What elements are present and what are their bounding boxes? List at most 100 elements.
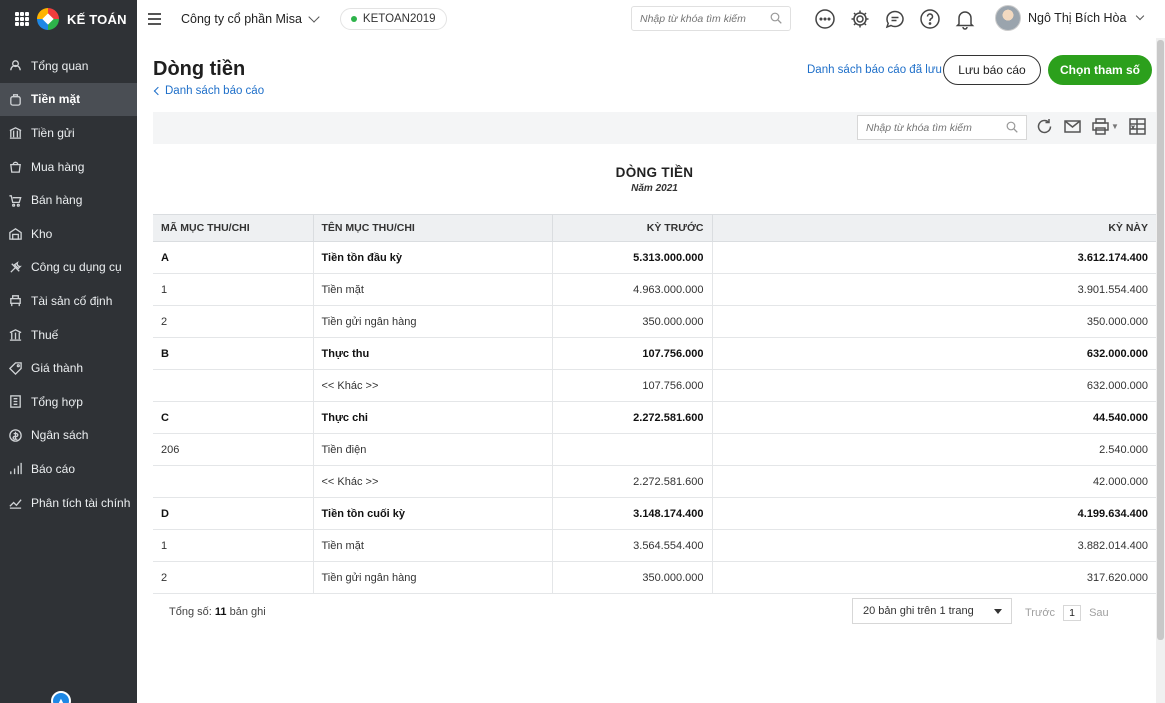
column-header-name[interactable]: TÊN MỤC THU/CHI <box>313 214 553 242</box>
sidebar-item-2[interactable]: Tiền gửi <box>0 116 137 150</box>
report-toolbar: ▼ <box>153 112 1156 144</box>
ledger-icon <box>8 394 23 409</box>
cell-code <box>153 369 314 402</box>
sidebar-item-8[interactable]: Thuế <box>0 318 137 352</box>
sidebar-item-13[interactable]: Phân tích tài chính <box>0 486 137 520</box>
column-header-prev-period[interactable]: KỲ TRƯỚC <box>552 214 713 242</box>
table-row[interactable]: B Thực thu 107.756.000 632.000.000 <box>153 337 1156 370</box>
global-search <box>631 6 791 31</box>
sidebar-item-11[interactable]: Ngân sách <box>0 419 137 453</box>
cell-curr: 317.620.000 <box>712 561 1156 594</box>
email-icon[interactable] <box>1063 117 1082 136</box>
chevron-down-icon <box>308 11 320 23</box>
table-row[interactable]: 206 Tiền điện 2.540.000 <box>153 433 1156 466</box>
sidebar-item-4[interactable]: Bán hàng <box>0 183 137 217</box>
print-options-caret-icon[interactable]: ▼ <box>1111 122 1119 131</box>
table-row[interactable]: << Khác >> 107.756.000 632.000.000 <box>153 369 1156 402</box>
cell-name: Tiền mặt <box>313 529 553 562</box>
back-link-label: Danh sách báo cáo <box>165 85 265 97</box>
asset-icon <box>8 293 23 308</box>
saved-reports-link[interactable]: Danh sách báo cáo đã lưu <box>807 64 942 76</box>
cell-name: Tiền gửi ngân hàng <box>313 305 553 338</box>
table-row[interactable]: A Tiền tồn đầu kỳ 5.313.000.000 3.612.174.4… <box>153 241 1156 274</box>
prev-page-button[interactable]: Trước <box>1025 607 1055 619</box>
table-row[interactable]: D Tiền tồn cuối kỳ 3.148.174.400 4.199.634.… <box>153 497 1156 530</box>
sidebar-item-label: Bán hàng <box>31 193 83 208</box>
apps-grid-icon[interactable] <box>15 12 29 26</box>
back-to-report-list-link[interactable]: Danh sách báo cáo <box>153 85 265 97</box>
cell-name: Tiền mặt <box>313 273 553 306</box>
cell-code: D <box>153 497 314 530</box>
user-menu[interactable]: Ngô Thị Bích Hòa <box>995 5 1145 31</box>
cell-code: A <box>153 241 314 274</box>
cell-name: Thực chi <box>313 401 553 434</box>
sidebar-item-3[interactable]: Mua hàng <box>0 150 137 184</box>
cell-prev: 350.000.000 <box>552 305 713 338</box>
table-row[interactable]: << Khác >> 2.272.581.600 42.000.000 <box>153 465 1156 498</box>
global-search-input[interactable] <box>640 12 760 25</box>
table-row[interactable]: 1 Tiền mặt 3.564.554.400 3.882.014.400 <box>153 529 1156 562</box>
cell-curr: 632.000.000 <box>712 369 1156 402</box>
sidebar-item-label: Tiền mặt <box>31 92 81 107</box>
table-row[interactable]: 2 Tiền gửi ngân hàng 350.000.000 317.620.00… <box>153 561 1156 594</box>
cell-curr: 3.882.014.400 <box>712 529 1156 562</box>
overview-icon <box>8 58 23 73</box>
table-row[interactable]: 1 Tiền mặt 4.963.000.000 3.901.554.400 <box>153 273 1156 306</box>
database-badge[interactable]: KETOAN2019 <box>339 8 447 30</box>
sidebar-item-5[interactable]: Kho <box>0 217 137 251</box>
column-header-code[interactable]: MÃ MỤC THU/CHI <box>153 214 314 242</box>
sidebar-item-7[interactable]: Tài sản cố định <box>0 284 137 318</box>
search-icon[interactable] <box>1006 121 1018 133</box>
sidebar-item-12[interactable]: Báo cáo <box>0 452 137 486</box>
cell-name: << Khác >> <box>313 369 553 402</box>
vertical-scrollbar[interactable] <box>1156 38 1165 703</box>
next-page-button[interactable]: Sau <box>1089 607 1109 619</box>
cell-code: 1 <box>153 529 314 562</box>
sidebar-item-9[interactable]: Giá thành <box>0 351 137 385</box>
sidebar-item-6[interactable]: Công cụ dụng cụ <box>0 251 137 285</box>
scrollbar-thumb[interactable] <box>1157 40 1164 640</box>
sidebar-item-label: Phân tích tài chính <box>31 495 131 510</box>
cell-prev: 4.963.000.000 <box>552 273 713 306</box>
table-row[interactable]: C Thực chi 2.272.581.600 44.540.000 <box>153 401 1156 434</box>
cell-prev: 3.564.554.400 <box>552 529 713 562</box>
caret-down-icon <box>994 609 1002 614</box>
cell-curr: 3.612.174.400 <box>712 241 1156 274</box>
print-icon[interactable] <box>1091 117 1110 136</box>
chat-icon[interactable] <box>884 8 906 30</box>
page-size-select[interactable]: 20 bản ghi trên 1 trang <box>852 598 1012 624</box>
excel-export-icon[interactable] <box>1128 117 1147 136</box>
settings-gear-icon[interactable] <box>849 8 871 30</box>
refresh-icon[interactable] <box>1035 117 1054 136</box>
chevron-left-icon <box>153 86 163 96</box>
collapse-sidebar-button[interactable]: ▲ <box>51 691 71 703</box>
page-size-value: 20 bản ghi trên 1 trang <box>863 605 974 617</box>
sidebar-item-label: Báo cáo <box>31 461 76 476</box>
help-icon[interactable] <box>919 8 941 30</box>
search-icon[interactable] <box>770 12 782 24</box>
report-search-input[interactable] <box>866 121 986 134</box>
sidebar-item-1[interactable]: Tiền mặt <box>0 82 137 117</box>
cell-name: Tiền tồn cuối kỳ <box>313 497 553 530</box>
more-options-icon[interactable] <box>814 8 836 30</box>
cell-code: 206 <box>153 433 314 466</box>
company-selector[interactable]: Công ty cổ phần Misa <box>181 11 320 26</box>
menu-icon[interactable] <box>148 13 161 25</box>
top-header: Công ty cổ phần Misa KETOAN2019 Ngô Thị … <box>137 0 1165 38</box>
cash-icon <box>8 92 23 107</box>
table-row[interactable]: 2 Tiền gửi ngân hàng 350.000.000 350.000.00… <box>153 305 1156 338</box>
purchase-icon <box>8 159 23 174</box>
sidebar-item-label: Tổng quan <box>31 58 89 73</box>
sidebar-item-10[interactable]: Tổng hợp <box>0 385 137 419</box>
brand-name: KẾ TOÁN <box>67 11 127 27</box>
current-page-number[interactable]: 1 <box>1063 605 1082 621</box>
sidebar-item-0[interactable]: Tổng quan <box>0 49 137 83</box>
notification-bell-icon[interactable] <box>954 8 976 30</box>
avatar <box>995 5 1021 31</box>
sidebar-item-label: Tiền gửi <box>31 125 75 140</box>
cell-curr: 44.540.000 <box>712 401 1156 434</box>
sidebar-item-label: Mua hàng <box>31 159 85 174</box>
column-header-curr-period[interactable]: KỲ NÀY <box>712 214 1156 242</box>
choose-parameters-button[interactable]: Chọn tham số <box>1048 55 1152 85</box>
save-report-button[interactable]: Lưu báo cáo <box>943 55 1041 85</box>
